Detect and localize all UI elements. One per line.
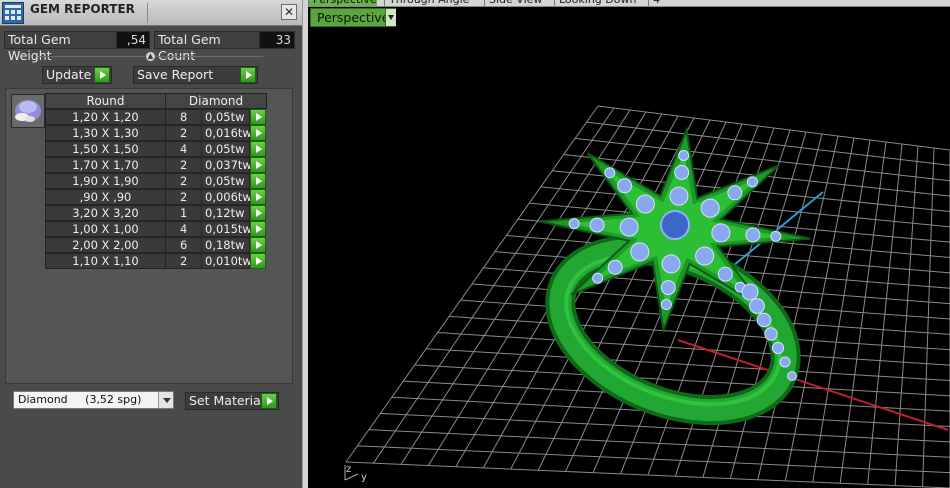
- play-arrow-icon[interactable]: [250, 157, 266, 173]
- total-gem-count-value: 33: [259, 31, 295, 49]
- play-arrow-icon[interactable]: [250, 125, 266, 141]
- gem-weight-cell: 0,12tw: [201, 205, 250, 221]
- total-gem-weight-value: ,54: [116, 31, 150, 49]
- material-column-header: Diamond: [165, 93, 267, 109]
- play-arrow-icon[interactable]: [250, 189, 266, 205]
- gem-reporter-app-icon: [2, 2, 24, 24]
- gem-weight-cell: 0,18tw: [201, 237, 250, 253]
- gem-weight-cell: 0,016tw: [201, 125, 252, 141]
- total-gem-count-label: Total Gem Count: [154, 31, 260, 63]
- material-select[interactable]: Diamond (3,52 spg): [13, 391, 174, 409]
- gem-count-cell: 2: [165, 125, 202, 141]
- gem-weight-cell: 0,006tw: [201, 189, 252, 205]
- play-arrow-icon[interactable]: [250, 205, 266, 221]
- play-arrow-icon[interactable]: [250, 109, 266, 125]
- update-button[interactable]: Update: [42, 66, 112, 84]
- gem-list-area: Round Diamond 1,20 X 1,20 8 0,05tw 1,30 X 1…: [5, 88, 293, 384]
- title-divider: [147, 3, 148, 23]
- panel-titlebar[interactable]: GEM REPORTER ✕: [0, 0, 302, 26]
- table-row: 2,00 X 2,00 6 0,18tw: [45, 237, 268, 253]
- view-tab[interactable]: Perspective: [308, 0, 377, 6]
- viewport-scene[interactable]: z y: [308, 0, 950, 488]
- gem-count-cell: 2: [165, 189, 202, 205]
- dropdown-arrow-icon[interactable]: [158, 392, 173, 408]
- ground-grid: [345, 105, 950, 488]
- view-selector[interactable]: Perspective: [310, 8, 396, 27]
- gem-count-cell: 4: [165, 221, 202, 237]
- center-gem: [660, 210, 690, 240]
- gem-count-cell: 2: [165, 157, 202, 173]
- table-row: 3,20 X 3,20 1 0,12tw: [45, 205, 268, 221]
- close-icon[interactable]: ✕: [281, 4, 297, 20]
- gem-table: Round Diamond 1,20 X 1,20 8 0,05tw 1,30 X 1…: [45, 93, 268, 269]
- play-arrow-icon: [240, 67, 256, 83]
- update-button-label: Update: [46, 67, 92, 82]
- gem-weight-cell: 0,010tw: [201, 253, 252, 269]
- table-row: 1,10 X 1,10 2 0,010tw: [45, 253, 268, 269]
- save-report-button[interactable]: Save Report: [133, 66, 258, 84]
- view-tab[interactable]: 4: [648, 0, 660, 6]
- play-arrow-icon[interactable]: [250, 237, 266, 253]
- table-body: 1,20 X 1,20 8 0,05tw 1,30 X 1,30 2 0,016tw 1,5…: [45, 109, 268, 269]
- dropdown-arrow-icon[interactable]: [385, 9, 396, 26]
- table-row: 1,50 X 1,50 4 0,05tw: [45, 141, 268, 157]
- gem-count-cell: 4: [165, 141, 202, 157]
- play-arrow-icon[interactable]: [250, 173, 266, 189]
- active-view-label: Perspective: [317, 10, 390, 25]
- axis-y-label: y: [361, 472, 367, 483]
- collapse-icon[interactable]: ▲: [145, 51, 156, 62]
- view-tab[interactable]: Through Angle: [384, 0, 469, 6]
- gem-weight-cell: 0,037tw: [201, 157, 252, 173]
- axis-triad: z y: [344, 464, 367, 483]
- gem-size-cell: 1,90 X 1,90: [45, 173, 166, 189]
- gem-size-cell: 1,00 X 1,00: [45, 221, 166, 237]
- view-tabstrip: Perspective Through Angle Side View Looking…: [308, 0, 950, 7]
- table-row: ,90 X ,90 2 0,006tw: [45, 189, 268, 205]
- play-arrow-icon[interactable]: [250, 141, 266, 157]
- table-header-row: Round Diamond: [45, 93, 268, 109]
- view-tab[interactable]: Side View: [484, 0, 542, 6]
- play-arrow-icon: [94, 67, 110, 83]
- gem-weight-cell: 0,015tw: [201, 221, 252, 237]
- table-row: 1,90 X 1,90 2 0,05tw: [45, 173, 268, 189]
- view-tab[interactable]: Looking Down: [554, 0, 636, 6]
- axis-z-label: z: [346, 464, 351, 475]
- gem-thumbnail-icon[interactable]: [11, 94, 45, 128]
- play-arrow-icon: [261, 393, 277, 409]
- gem-count-cell: 6: [165, 237, 202, 253]
- play-arrow-icon[interactable]: [250, 253, 266, 269]
- gem-size-cell: 1,30 X 1,30: [45, 125, 166, 141]
- shape-column-header: Round: [45, 93, 166, 109]
- set-material-button[interactable]: Set Material: [185, 392, 279, 410]
- save-report-button-label: Save Report: [137, 67, 214, 82]
- gem-weight-cell: 0,05tw: [201, 109, 250, 125]
- 3d-viewport[interactable]: z y Perspective Through Angle Side View Loo…: [308, 0, 950, 488]
- gem-size-cell: 3,20 X 3,20: [45, 205, 166, 221]
- table-row: 1,30 X 1,30 2 0,016tw: [45, 125, 268, 141]
- table-row: 1,70 X 1,70 2 0,037tw: [45, 157, 268, 173]
- material-select-value: Diamond (3,52 spg): [18, 393, 142, 406]
- gem-size-cell: ,90 X ,90: [45, 189, 166, 205]
- gem-count-cell: 2: [165, 253, 202, 269]
- gem-weight-cell: 0,05tw: [201, 141, 250, 157]
- gem-reporter-panel: GEM REPORTER ✕ Total Gem Weight ,54 Tota…: [0, 0, 302, 488]
- table-row: 1,00 X 1,00 4 0,015tw: [45, 221, 268, 237]
- gem-count-cell: 2: [165, 173, 202, 189]
- gem-weight-cell: 0,05tw: [201, 173, 250, 189]
- total-gem-weight-label: Total Gem Weight: [4, 31, 117, 63]
- table-row: 1,20 X 1,20 8 0,05tw: [45, 109, 268, 125]
- play-arrow-icon[interactable]: [250, 221, 266, 237]
- gem-size-cell: 1,70 X 1,70: [45, 157, 166, 173]
- gem-size-cell: 1,50 X 1,50: [45, 141, 166, 157]
- gem-count-cell: 8: [165, 109, 202, 125]
- gem-count-cell: 1: [165, 205, 202, 221]
- gem-size-cell: 1,10 X 1,10: [45, 253, 166, 269]
- panel-title: GEM REPORTER: [30, 2, 135, 16]
- gem-size-cell: 1,20 X 1,20: [45, 109, 166, 125]
- set-material-button-label: Set Material: [189, 393, 265, 408]
- gem-size-cell: 2,00 X 2,00: [45, 237, 166, 253]
